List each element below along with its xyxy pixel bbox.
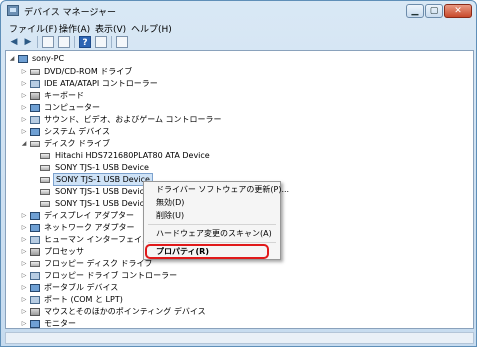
display-adapter-icon bbox=[30, 212, 40, 220]
computer-icon bbox=[30, 104, 40, 112]
title-bar[interactable]: デバイス マネージャー ▁ ▢ ✕ bbox=[1, 1, 476, 21]
network-adapter-icon bbox=[30, 224, 40, 232]
menu-action[interactable]: 操作(A) bbox=[59, 22, 90, 35]
context-separator bbox=[148, 242, 276, 243]
expand-arrow-icon[interactable]: ◢ bbox=[8, 53, 16, 65]
tree-item-label: フロッピー ディスク ドライブ bbox=[44, 259, 153, 268]
floppy-drive-icon bbox=[30, 261, 40, 267]
tree-item-label: SONY TJS-1 USB Device bbox=[55, 199, 149, 208]
tree-item-label: フロッピー ドライブ コントローラー bbox=[44, 271, 178, 280]
context-update-driver[interactable]: ドライバー ソフトウェアの更新(P)... bbox=[156, 184, 289, 196]
tree-root-label: sony-PC bbox=[32, 54, 65, 63]
disk-drive-icon bbox=[40, 177, 50, 183]
collapse-arrow-icon[interactable]: ▷ bbox=[20, 78, 28, 90]
device-manager-window: デバイス マネージャー ▁ ▢ ✕ ファイル(F) 操作(A) 表示(V) ヘル… bbox=[0, 0, 477, 347]
tree-item-label: キーボード bbox=[44, 91, 84, 100]
help-icon[interactable]: ? bbox=[79, 36, 91, 48]
collapse-arrow-icon[interactable]: ▷ bbox=[20, 102, 28, 114]
disk-drive-icon bbox=[40, 153, 50, 159]
toolbar-separator bbox=[37, 36, 38, 48]
close-button[interactable]: ✕ bbox=[444, 4, 472, 18]
menu-help[interactable]: ヘルプ(H) bbox=[131, 22, 172, 35]
mouse-icon bbox=[30, 308, 40, 316]
status-bar bbox=[5, 332, 474, 344]
ide-controller-icon bbox=[30, 80, 40, 88]
collapse-arrow-icon[interactable]: ▷ bbox=[20, 222, 28, 234]
toolbar: ◀ ▶ ? bbox=[5, 35, 474, 49]
expand-arrow-icon[interactable]: ◢ bbox=[20, 138, 28, 150]
disk-drive-icon bbox=[40, 165, 50, 171]
menu-bar: ファイル(F) 操作(A) 表示(V) ヘルプ(H) bbox=[5, 21, 474, 35]
context-scan-hardware[interactable]: ハードウェア変更のスキャン(A) bbox=[156, 228, 272, 240]
show-hide-console-tree-icon[interactable] bbox=[42, 36, 54, 48]
port-icon bbox=[30, 296, 40, 304]
collapse-arrow-icon[interactable]: ▷ bbox=[20, 114, 28, 126]
details-icon[interactable] bbox=[95, 36, 107, 48]
collapse-arrow-icon[interactable]: ▷ bbox=[20, 246, 28, 258]
processor-icon bbox=[30, 248, 40, 256]
hid-icon bbox=[30, 236, 40, 244]
computer-icon bbox=[18, 55, 28, 63]
tree-item-label: サウンド、ビデオ、およびゲーム コントローラー bbox=[44, 115, 222, 124]
forward-icon[interactable]: ▶ bbox=[22, 36, 34, 48]
tree-item-label: ネットワーク アダプター bbox=[44, 223, 135, 232]
tree-item-label: ポート (COM と LPT) bbox=[44, 295, 123, 304]
tree-item-label: DVD/CD-ROM ドライブ bbox=[44, 67, 133, 76]
tree-item-label: IDE ATA/ATAPI コントローラー bbox=[44, 79, 158, 88]
monitor-icon bbox=[30, 320, 40, 328]
device-manager-icon bbox=[7, 5, 19, 16]
context-uninstall[interactable]: 削除(U) bbox=[156, 210, 184, 222]
tree-item-label: システム デバイス bbox=[44, 127, 111, 136]
scan-hardware-icon[interactable] bbox=[116, 36, 128, 48]
system-device-icon bbox=[30, 128, 40, 136]
tree-item-label: SONY TJS-1 USB Device bbox=[55, 187, 149, 196]
disk-drive-icon bbox=[40, 189, 50, 195]
disk-drive-icon bbox=[30, 141, 40, 147]
keyboard-icon bbox=[30, 92, 40, 100]
collapse-arrow-icon[interactable]: ▷ bbox=[20, 90, 28, 102]
menu-file[interactable]: ファイル(F) bbox=[9, 22, 57, 35]
tree-item-label: ディスプレイ アダプター bbox=[44, 211, 134, 220]
tree-item-label: マウスとそのほかのポインティング デバイス bbox=[44, 307, 206, 316]
dvd-drive-icon bbox=[30, 69, 40, 75]
context-disable[interactable]: 無効(D) bbox=[156, 197, 184, 209]
toolbar-separator bbox=[111, 36, 112, 48]
properties-highlight bbox=[145, 244, 269, 259]
tree-item-label: ヒューマン インターフェイス bbox=[44, 235, 150, 244]
collapse-arrow-icon[interactable]: ▷ bbox=[20, 66, 28, 78]
minimize-button[interactable]: ▁ bbox=[406, 4, 424, 18]
collapse-arrow-icon[interactable]: ▷ bbox=[20, 210, 28, 222]
disk-drive-icon bbox=[40, 201, 50, 207]
tree-item-label: モニター bbox=[44, 319, 76, 328]
menu-view[interactable]: 表示(V) bbox=[95, 22, 126, 35]
collapse-arrow-icon[interactable]: ▷ bbox=[20, 270, 28, 282]
window-title: デバイス マネージャー bbox=[24, 8, 116, 18]
collapse-arrow-icon[interactable]: ▷ bbox=[20, 294, 28, 306]
tree-item-label: Hitachi HDS721680PLAT80 ATA Device bbox=[55, 151, 210, 160]
collapse-arrow-icon[interactable]: ▷ bbox=[20, 126, 28, 138]
collapse-arrow-icon[interactable]: ▷ bbox=[20, 318, 28, 328]
back-icon[interactable]: ◀ bbox=[8, 36, 20, 48]
tree-item-label-selected: SONY TJS-1 USB Device bbox=[53, 173, 153, 186]
collapse-arrow-icon[interactable]: ▷ bbox=[20, 258, 28, 270]
speaker-icon bbox=[30, 116, 40, 124]
toolbar-separator bbox=[74, 36, 75, 48]
tree-item-label: ポータブル デバイス bbox=[44, 283, 119, 292]
context-separator bbox=[148, 224, 276, 225]
floppy-controller-icon bbox=[30, 272, 40, 280]
properties-icon[interactable] bbox=[58, 36, 70, 48]
tree-item-label: コンピューター bbox=[44, 103, 100, 112]
collapse-arrow-icon[interactable]: ▷ bbox=[20, 234, 28, 246]
collapse-arrow-icon[interactable]: ▷ bbox=[20, 282, 28, 294]
portable-device-icon bbox=[30, 284, 40, 292]
tree-item-label: ディスク ドライブ bbox=[44, 139, 110, 148]
collapse-arrow-icon[interactable]: ▷ bbox=[20, 306, 28, 318]
maximize-button[interactable]: ▢ bbox=[425, 4, 443, 18]
tree-item-label: プロセッサ bbox=[44, 247, 84, 256]
